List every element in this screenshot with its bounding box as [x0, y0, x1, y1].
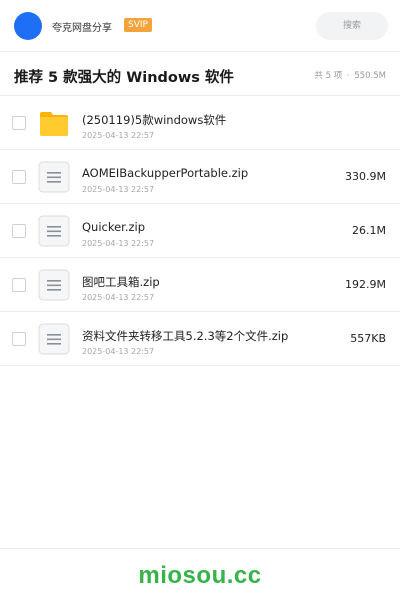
item-count: 共 5 项 — [314, 71, 343, 81]
select-checkbox[interactable] — [12, 116, 26, 130]
file-icon — [38, 161, 70, 193]
file-name: Quicker.zip — [82, 220, 146, 234]
share-header: 推荐 5 款强大的 Windows 软件 共 5 项 · 550.5M — [0, 52, 400, 96]
file-name: (250119)5款windows软件 — [82, 113, 227, 127]
list-item[interactable]: (250119)5款windows软件 2025-04-13 22:57 — [0, 96, 400, 150]
total-size: 550.5M — [354, 71, 386, 81]
file-date: 2025-04-13 22:57 — [82, 131, 155, 140]
file-size: 330.9M — [345, 170, 386, 183]
file-icon — [38, 323, 70, 355]
file-size: 557KB — [350, 332, 386, 345]
file-date: 2025-04-13 22:57 — [82, 347, 155, 356]
list-item[interactable]: AOMEIBackupperPortable.zip 2025-04-13 22… — [0, 150, 400, 204]
file-icon — [38, 215, 70, 247]
footer-divider — [0, 548, 400, 549]
search-input[interactable]: 搜索 — [316, 12, 388, 40]
top-bar: 夸克网盘分享 SVIP 搜索 — [0, 0, 400, 52]
watermark: miosou.cc — [138, 562, 262, 589]
select-checkbox[interactable] — [12, 332, 26, 346]
list-item[interactable]: 资料文件夹转移工具5.2.3等2个文件.zip 2025-04-13 22:57… — [0, 312, 400, 366]
file-list: (250119)5款windows软件 2025-04-13 22:57 AOM… — [0, 96, 400, 366]
summary-separator: · — [346, 71, 350, 81]
file-name: AOMEIBackupperPortable.zip — [82, 166, 249, 180]
file-date: 2025-04-13 22:57 — [82, 239, 155, 248]
file-size: 26.1M — [352, 224, 386, 237]
list-item[interactable]: 图吧工具箱.zip 2025-04-13 22:57 192.9M — [0, 258, 400, 312]
file-date: 2025-04-13 22:57 — [82, 185, 155, 194]
folder-icon — [40, 112, 68, 136]
share-summary: 共 5 项 · 550.5M — [314, 69, 386, 81]
file-size: 192.9M — [345, 278, 386, 291]
avatar[interactable] — [14, 12, 42, 40]
user-name[interactable]: 夸克网盘分享 — [52, 19, 112, 34]
file-date: 2025-04-13 22:57 — [82, 293, 155, 302]
file-name: 图吧工具箱.zip — [82, 275, 160, 289]
select-checkbox[interactable] — [12, 278, 26, 292]
select-checkbox[interactable] — [12, 170, 26, 184]
select-checkbox[interactable] — [12, 224, 26, 238]
file-name: 资料文件夹转移工具5.2.3等2个文件.zip — [82, 329, 289, 343]
svip-badge: SVIP — [124, 18, 152, 32]
file-icon — [38, 269, 70, 301]
page-title: 推荐 5 款强大的 Windows 软件 — [14, 70, 234, 86]
list-item[interactable]: Quicker.zip 2025-04-13 22:57 26.1M — [0, 204, 400, 258]
